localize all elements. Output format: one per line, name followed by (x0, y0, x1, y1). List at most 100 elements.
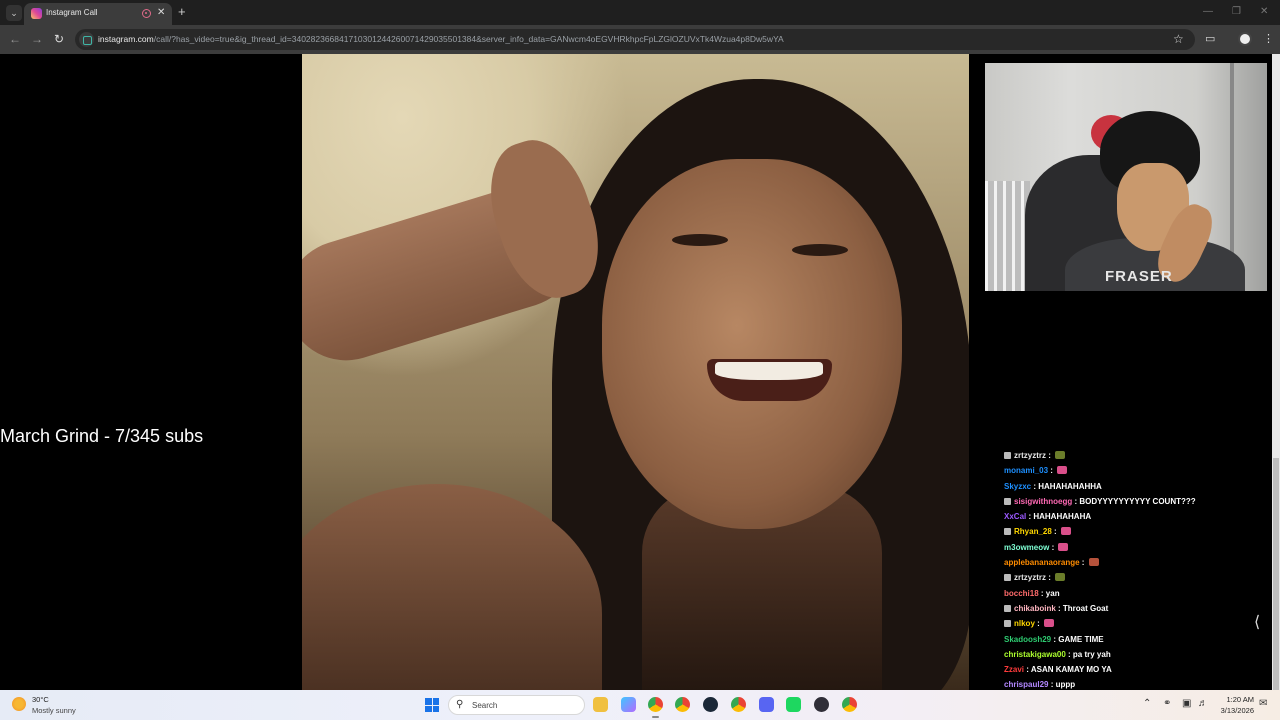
chat-emote-icon (1058, 542, 1069, 551)
chat-message: bocchi18 : yan (1004, 586, 1254, 601)
obs-icon[interactable] (814, 697, 829, 712)
extensions-icon[interactable]: ▭ (1205, 32, 1215, 46)
url-path: /call/?has_video=true&ig_thread_id=34028… (153, 34, 784, 44)
address-bar[interactable]: instagram.com/call/?has_video=true&ig_th… (75, 29, 1195, 50)
steam-icon[interactable] (703, 697, 718, 712)
chat-username: nlkoy (1014, 619, 1035, 629)
chat-separator: : (1038, 588, 1046, 598)
chat-message: sisigwithnoegg : BODYYYYYYYYYY COUNT??? (1004, 494, 1254, 509)
chat-message: monami_03 : (1004, 463, 1254, 478)
chat-separator: : (1049, 542, 1057, 552)
chat-message: chikaboink : Throat Goat (1004, 601, 1254, 616)
page-scrollbar[interactable] (1272, 54, 1280, 690)
chat-badge-icon (1004, 452, 1011, 459)
chat-badge-icon (1004, 604, 1011, 612)
browser-toolbar: ← → ↻ instagram.com/call/?has_video=true… (0, 25, 1280, 54)
chat-text: pa try yah (1072, 649, 1111, 659)
discord-icon[interactable] (759, 697, 774, 712)
recording-icon (142, 9, 151, 18)
chat-username: zrtzyztrz (1014, 573, 1047, 583)
search-label: Search (472, 701, 498, 710)
network-icon[interactable]: ▣ (1182, 698, 1191, 709)
chat-badge-icon (1004, 497, 1011, 505)
new-tab-button[interactable]: + (178, 5, 186, 19)
chat-text: HAHAHAHAHHA (1038, 481, 1102, 491)
window-close-icon[interactable]: ✕ (1260, 6, 1268, 17)
microphone-icon[interactable]: ⚭ (1163, 698, 1171, 709)
site-info-icon[interactable] (79, 32, 94, 47)
chevron-left-icon[interactable]: ⟨ (1254, 612, 1260, 632)
bookmark-star-icon[interactable]: ☆ (1173, 32, 1184, 46)
chat-username: christakigawa00 (1004, 649, 1066, 659)
back-icon[interactable]: ← (9, 32, 21, 46)
chat-text: uppp (1055, 680, 1076, 690)
sun-icon[interactable] (12, 697, 26, 711)
chat-message: Zzavi : ASAN KAMAY MO YA (1004, 662, 1254, 677)
facecam-crib (985, 181, 1030, 291)
chat-emote-icon (1057, 466, 1068, 475)
chat-emote-icon (1044, 619, 1055, 628)
chat-username: applebananaorange (1004, 558, 1080, 568)
tab-search-icon[interactable]: ⌄ (6, 5, 22, 21)
chrome-extra-icon[interactable] (842, 697, 857, 712)
chat-separator: : (1079, 558, 1087, 568)
chat-username: chikaboink (1014, 603, 1056, 613)
notification-bell-icon[interactable]: ✉ (1259, 698, 1267, 709)
menu-kebab-icon[interactable]: ⋮ (1263, 32, 1274, 46)
chat-badge-icon (1004, 620, 1011, 628)
weather-temperature[interactable]: 30°C (32, 695, 49, 704)
search-icon: ⚲ (456, 699, 464, 710)
chat-text: ASAN KAMAY MO YA (1030, 665, 1112, 675)
tab-title: Instagram Call (46, 8, 98, 17)
chat-message: Skyzxc : HAHAHAHAHHA (1004, 479, 1254, 494)
chat-emote-icon (1055, 451, 1066, 459)
facecam-feed: FRASER (985, 63, 1267, 291)
chrome-alt-icon[interactable] (675, 697, 690, 712)
volume-icon[interactable]: ♬ (1198, 698, 1208, 709)
chat-badge-icon (1004, 574, 1011, 582)
forward-icon[interactable]: → (31, 32, 43, 46)
chevron-up-icon[interactable]: ⌃ (1143, 698, 1151, 709)
chat-separator: : (1024, 665, 1031, 675)
taskbar-search[interactable]: ⚲ Search (448, 695, 585, 715)
copilot-icon[interactable] (621, 697, 636, 712)
chat-emote-icon (1060, 527, 1071, 536)
profile-avatar[interactable] (1238, 32, 1252, 46)
stream-canvas: March Grind - 7/345 subs FRASER zrtzyztr… (0, 54, 1280, 690)
chat-separator: : (1034, 619, 1043, 629)
instagram-icon (31, 8, 42, 19)
chat-message: m3owmeow : (1004, 540, 1254, 555)
chat-message: Rhyan_28 : (1004, 524, 1254, 539)
chat-text: GAME TIME (1058, 634, 1104, 644)
chat-badge-icon (1004, 528, 1011, 536)
windows-start-icon[interactable] (425, 698, 439, 712)
clock-time[interactable]: 1:20 AM (1222, 695, 1254, 704)
reload-icon[interactable]: ↻ (54, 32, 64, 46)
chat-username: m3owmeow (1004, 542, 1050, 552)
close-tab-icon[interactable]: ✕ (157, 7, 165, 19)
file-explorer-icon[interactable] (593, 697, 608, 712)
chat-message: nlkoy : (1004, 616, 1254, 631)
clock-date[interactable]: 3/13/2026 (1216, 706, 1254, 715)
url-domain: instagram.com (98, 34, 154, 44)
chat-message: Skadoosh29 : GAME TIME (1004, 632, 1254, 647)
url-text[interactable]: instagram.com/call/?has_video=true&ig_th… (98, 34, 784, 44)
chat-separator: : (1055, 603, 1063, 613)
chrome-icon[interactable] (648, 697, 663, 718)
restore-icon[interactable]: ❐ (1232, 6, 1241, 17)
chat-username: chrispaul29 (1004, 680, 1049, 690)
weather-description[interactable]: Mostly sunny (32, 706, 76, 715)
chat-username: Rhyan_28 (1014, 527, 1052, 537)
chat-text: BODYYYYYYYYYY COUNT??? (1079, 496, 1196, 506)
chat-message: zrtzyztrz : (1004, 448, 1254, 463)
scrollbar-thumb[interactable] (1273, 458, 1279, 690)
chrome-profile-icon[interactable] (731, 697, 746, 712)
chat-message: christakigawa00 : pa try yah (1004, 647, 1254, 662)
tab-instagram-call[interactable]: Instagram Call ✕ (24, 3, 172, 25)
chat-username: sisigwithnoegg (1014, 496, 1073, 506)
chat-text: Throat Goat (1062, 603, 1109, 613)
chat-message: chrispaul29 : uppp (1004, 677, 1254, 690)
tab-strip: ⌄ Instagram Call ✕ + — ❐ ✕ (0, 0, 1280, 25)
app-green-icon[interactable] (786, 697, 801, 712)
minimize-icon[interactable]: — (1203, 6, 1213, 17)
